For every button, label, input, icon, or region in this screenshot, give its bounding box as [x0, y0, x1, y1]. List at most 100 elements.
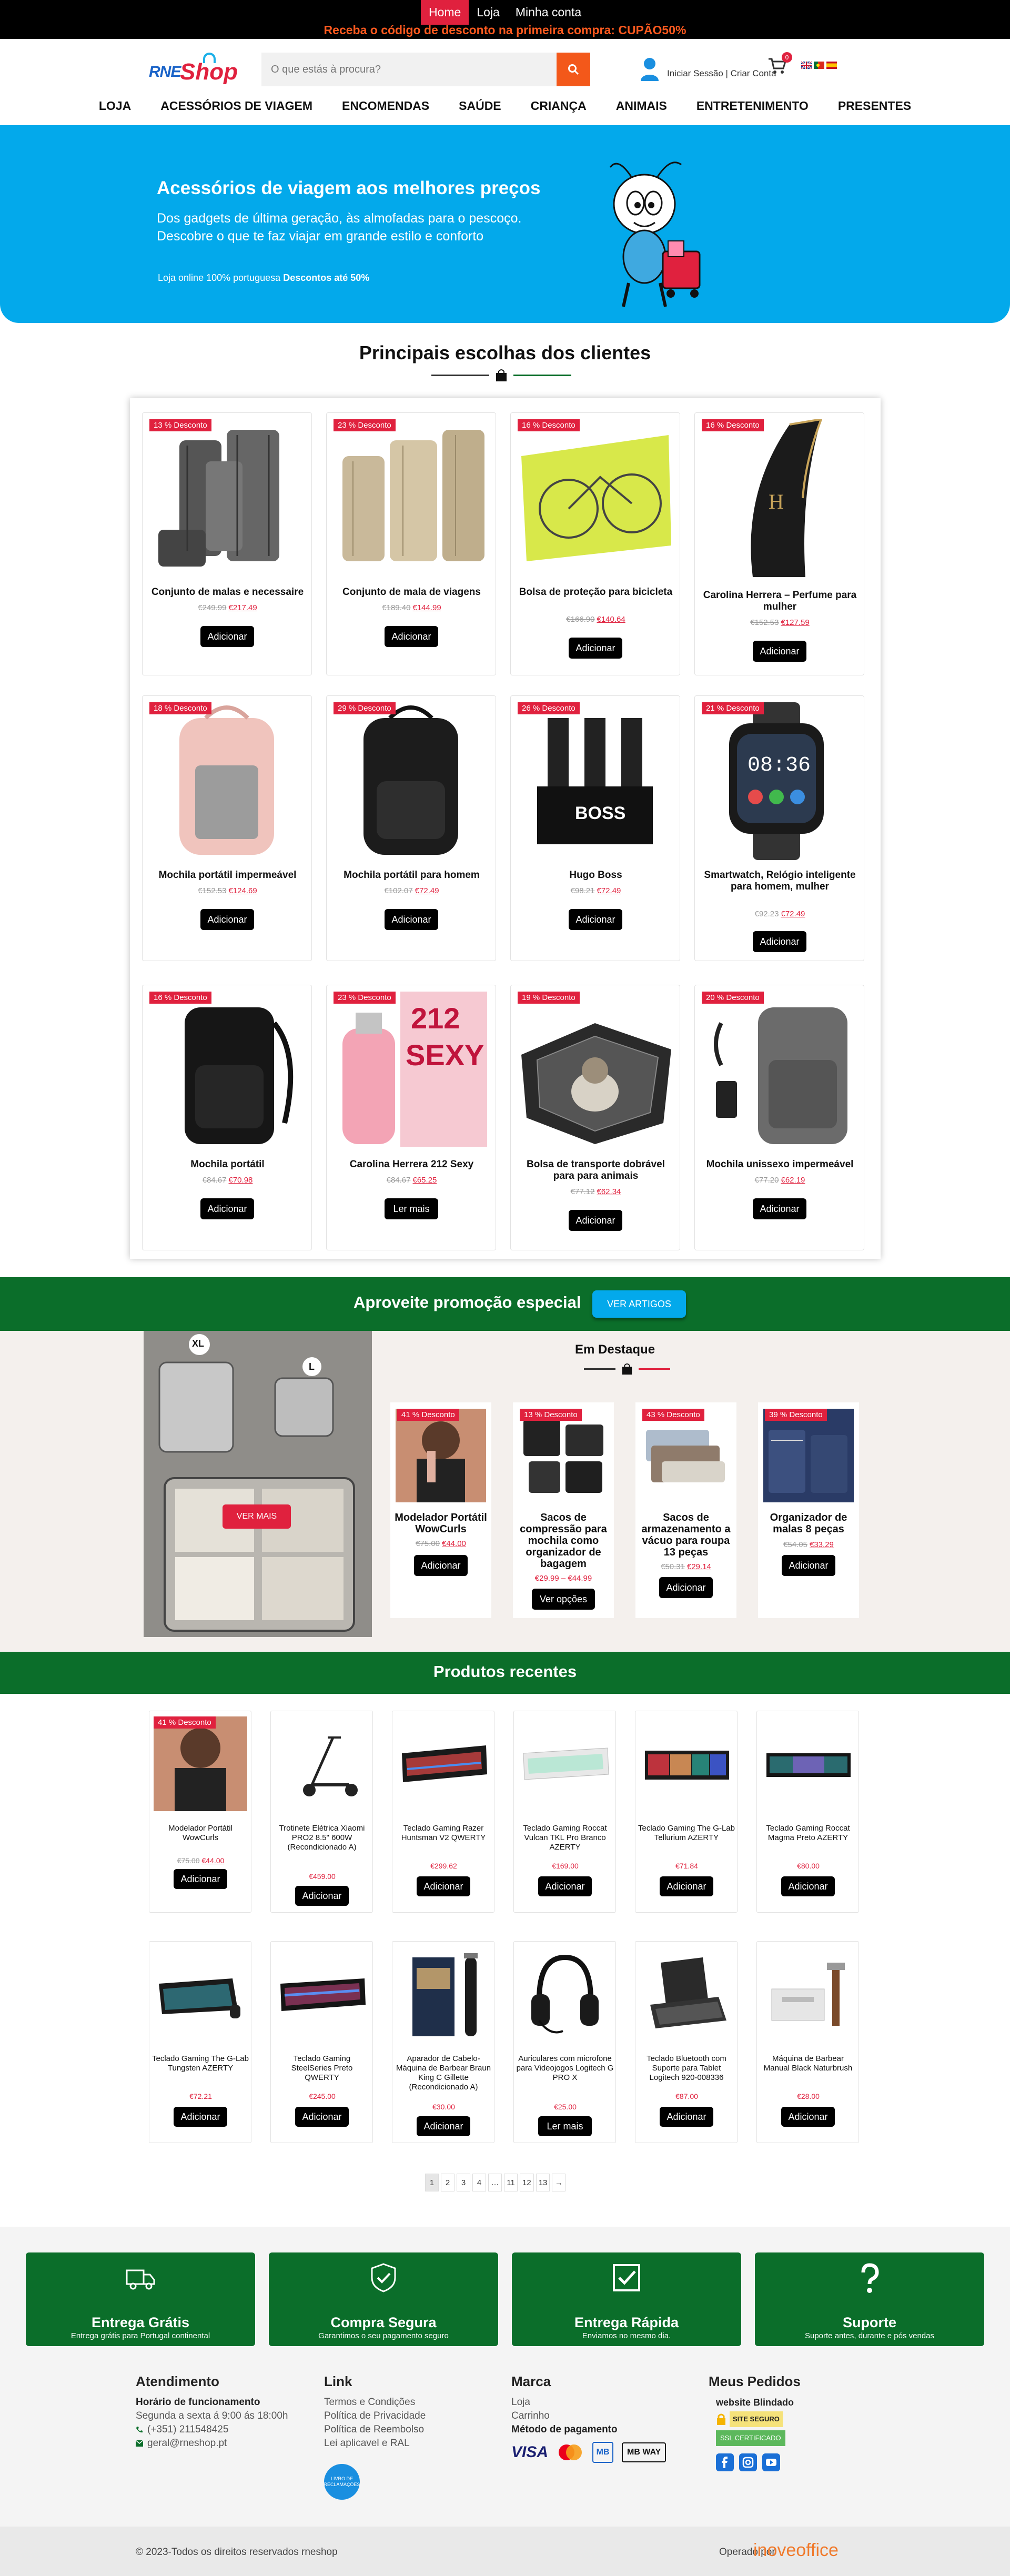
- youtube-icon[interactable]: [762, 2453, 780, 2471]
- main-nav-item[interactable]: LOJA: [84, 99, 146, 113]
- footer-link[interactable]: Loja: [511, 2396, 666, 2409]
- product-card[interactable]: 23 % Desconto 212 SEXY Carolina Herrera 2…: [326, 985, 496, 1250]
- recent-product-card[interactable]: Teclado Gaming The G-Lab Tellurium AZERT…: [635, 1711, 738, 1913]
- add-to-cart-button[interactable]: Adicionar: [200, 909, 254, 930]
- read-more-button[interactable]: Ler mais: [538, 2116, 592, 2136]
- add-to-cart-button[interactable]: Adicionar: [385, 909, 438, 930]
- add-to-cart-button[interactable]: Adicionar: [414, 1555, 468, 1576]
- add-to-cart-button[interactable]: Adicionar: [174, 1869, 227, 1889]
- add-to-cart-button[interactable]: Adicionar: [660, 2107, 713, 2127]
- add-to-cart-button[interactable]: Adicionar: [385, 626, 438, 647]
- view-options-button[interactable]: Ver opções: [532, 1589, 595, 1610]
- es-flag-icon[interactable]: [826, 62, 837, 69]
- add-to-cart-button[interactable]: Adicionar: [660, 1876, 713, 1896]
- footer-link[interactable]: Carrinho: [511, 2409, 666, 2423]
- page-link[interactable]: 2: [441, 2174, 454, 2191]
- page-link[interactable]: 4: [472, 2174, 486, 2191]
- product-card[interactable]: 16 % Desconto Bolsa de proteção para bic…: [510, 412, 680, 675]
- facebook-icon[interactable]: [716, 2453, 734, 2471]
- account-link[interactable]: Iniciar Sessão | Criar Conta: [640, 57, 776, 81]
- recent-product-card[interactable]: Teclado Bluetooth com Suporte para Table…: [635, 1941, 738, 2143]
- add-to-cart-button[interactable]: Adicionar: [295, 1886, 349, 1906]
- search-input[interactable]: [261, 53, 557, 86]
- cart-button[interactable]: 0: [768, 52, 792, 75]
- recent-product-card[interactable]: Aparador de Cabelo-Máquina de Barbear Br…: [392, 1941, 494, 2143]
- page-link[interactable]: 12: [520, 2174, 534, 2191]
- recent-product-card[interactable]: Teclado Gaming Razer Huntsman V2 QWERTY …: [392, 1711, 494, 1913]
- main-nav-item[interactable]: SAÚDE: [444, 99, 516, 113]
- recent-product-card[interactable]: Teclado Gaming SteelSeries Preto QWERTY …: [270, 1941, 373, 2143]
- page-link[interactable]: 1: [425, 2174, 439, 2191]
- recent-product-card[interactable]: Auriculares com microfone para Videojogo…: [513, 1941, 616, 2143]
- add-to-cart-button[interactable]: Adicionar: [569, 638, 622, 659]
- featured-product-card[interactable]: 39 % Desconto Organizador de malas 8 peç…: [758, 1402, 859, 1618]
- product-card[interactable]: 26 % Desconto BOSS Hugo Boss €98.21 €72.4…: [510, 695, 680, 961]
- main-nav-item[interactable]: CRIANÇA: [516, 99, 601, 113]
- featured-product-card[interactable]: 13 % Desconto Sacos de compressão para m…: [513, 1402, 614, 1618]
- main-nav-item[interactable]: ENCOMENDAS: [327, 99, 444, 113]
- uk-flag-icon[interactable]: [801, 62, 812, 69]
- page-link[interactable]: 11: [504, 2174, 518, 2191]
- top-nav-minha-conta[interactable]: Minha conta: [508, 0, 589, 25]
- add-to-cart-button[interactable]: Adicionar: [174, 2107, 227, 2127]
- featured-image-packing-cubes[interactable]: XL L VER MAIS: [144, 1331, 372, 1637]
- add-to-cart-button[interactable]: Adicionar: [659, 1577, 713, 1598]
- instagram-icon[interactable]: [739, 2453, 757, 2471]
- add-to-cart-button[interactable]: Adicionar: [569, 909, 622, 930]
- add-to-cart-button[interactable]: Adicionar: [417, 2116, 470, 2136]
- product-card[interactable]: 23 % Desconto Conjunto de mala de viagen…: [326, 412, 496, 675]
- product-card[interactable]: 20 % Desconto Mochila unissexo impermeáv…: [694, 985, 864, 1250]
- see-more-button[interactable]: VER MAIS: [223, 1504, 291, 1529]
- email-row[interactable]: geral@rneshop.pt: [136, 2437, 288, 2450]
- featured-product-card[interactable]: 43 % Desconto Sacos de armazenamento a v…: [635, 1402, 736, 1618]
- add-to-cart-button[interactable]: Adicionar: [538, 1876, 592, 1896]
- view-articles-button[interactable]: VER ARTIGOS: [592, 1290, 686, 1318]
- recent-product-card[interactable]: 41 % Desconto Modelador Portátil WowCurl…: [149, 1711, 251, 1913]
- top-nav-home[interactable]: Home: [421, 0, 469, 25]
- phone-row[interactable]: (+351) 211548425: [136, 2423, 288, 2437]
- recent-product-card[interactable]: Teclado Gaming Roccat Vulcan TKL Pro Bra…: [513, 1711, 616, 1913]
- next-page-arrow[interactable]: →: [552, 2174, 566, 2191]
- product-card[interactable]: 13 % Desconto Conjunto de malas e necess…: [142, 412, 312, 675]
- product-card[interactable]: 16 % Desconto H Carolina Herrera – Perfu…: [694, 412, 864, 675]
- top-nav-loja[interactable]: Loja: [469, 0, 507, 25]
- page-link[interactable]: 3: [457, 2174, 470, 2191]
- recent-product-card[interactable]: Teclado Gaming Roccat Magma Preto AZERTY…: [756, 1711, 859, 1913]
- site-logo[interactable]: RNE Shop: [149, 52, 238, 88]
- main-nav-item[interactable]: PRESENTES: [823, 99, 926, 113]
- product-card[interactable]: 16 % Desconto Mochila portátil €84.67 €70…: [142, 985, 312, 1250]
- product-card[interactable]: 21 % Desconto 08:36 Smartwatch, Relógio …: [694, 695, 864, 961]
- recent-product-card[interactable]: Trotinete Elétrica Xiaomi PRO2 8.5" 600W…: [270, 1711, 373, 1913]
- page-link[interactable]: 13: [536, 2174, 550, 2191]
- main-nav-item[interactable]: ACESSÓRIOS DE VIAGEM: [146, 99, 327, 113]
- add-to-cart-button[interactable]: Adicionar: [200, 626, 254, 647]
- search-icon: [568, 64, 579, 75]
- product-card[interactable]: 29 % Desconto Mochila portátil para home…: [326, 695, 496, 961]
- inoveoffice-logo[interactable]: inoveoffice: [753, 2540, 839, 2561]
- main-nav-item[interactable]: ANIMAIS: [601, 99, 682, 113]
- complaints-book-badge[interactable]: LIVRO DE RECLAMAÇÕES: [324, 2464, 360, 2500]
- pt-flag-icon[interactable]: [814, 62, 824, 69]
- add-to-cart-button[interactable]: Adicionar: [569, 1210, 622, 1231]
- add-to-cart-button[interactable]: Adicionar: [753, 1198, 806, 1219]
- add-to-cart-button[interactable]: Adicionar: [295, 2107, 349, 2127]
- product-card[interactable]: 19 % Desconto Bolsa de transporte dobráv…: [510, 985, 680, 1250]
- add-to-cart-button[interactable]: Adicionar: [753, 641, 806, 662]
- recent-product-card[interactable]: Máquina de Barbear Manual Black Naturbru…: [756, 1941, 859, 2143]
- footer-link[interactable]: Termos e Condições: [324, 2396, 426, 2409]
- add-to-cart-button[interactable]: Adicionar: [781, 2107, 835, 2127]
- footer-link[interactable]: Lei aplicavel e RAL: [324, 2437, 426, 2450]
- add-to-cart-button[interactable]: Adicionar: [200, 1198, 254, 1219]
- footer-link[interactable]: Política de Reembolso: [324, 2423, 426, 2437]
- add-to-cart-button[interactable]: Adicionar: [753, 931, 806, 952]
- main-nav-item[interactable]: ENTRETENIMENTO: [682, 99, 823, 113]
- add-to-cart-button[interactable]: Adicionar: [417, 1876, 470, 1896]
- recent-product-card[interactable]: Teclado Gaming The G-Lab Tungsten AZERTY…: [149, 1941, 251, 2143]
- featured-product-card[interactable]: 41 % Desconto Modelador Portátil WowCurl…: [390, 1402, 491, 1618]
- search-button[interactable]: [557, 53, 590, 86]
- add-to-cart-button[interactable]: Adicionar: [782, 1555, 835, 1576]
- footer-link[interactable]: Política de Privacidade: [324, 2409, 426, 2423]
- add-to-cart-button[interactable]: Adicionar: [781, 1876, 835, 1896]
- read-more-button[interactable]: Ler mais: [385, 1198, 438, 1219]
- product-card[interactable]: 18 % Desconto Mochila portátil impermeáv…: [142, 695, 312, 961]
